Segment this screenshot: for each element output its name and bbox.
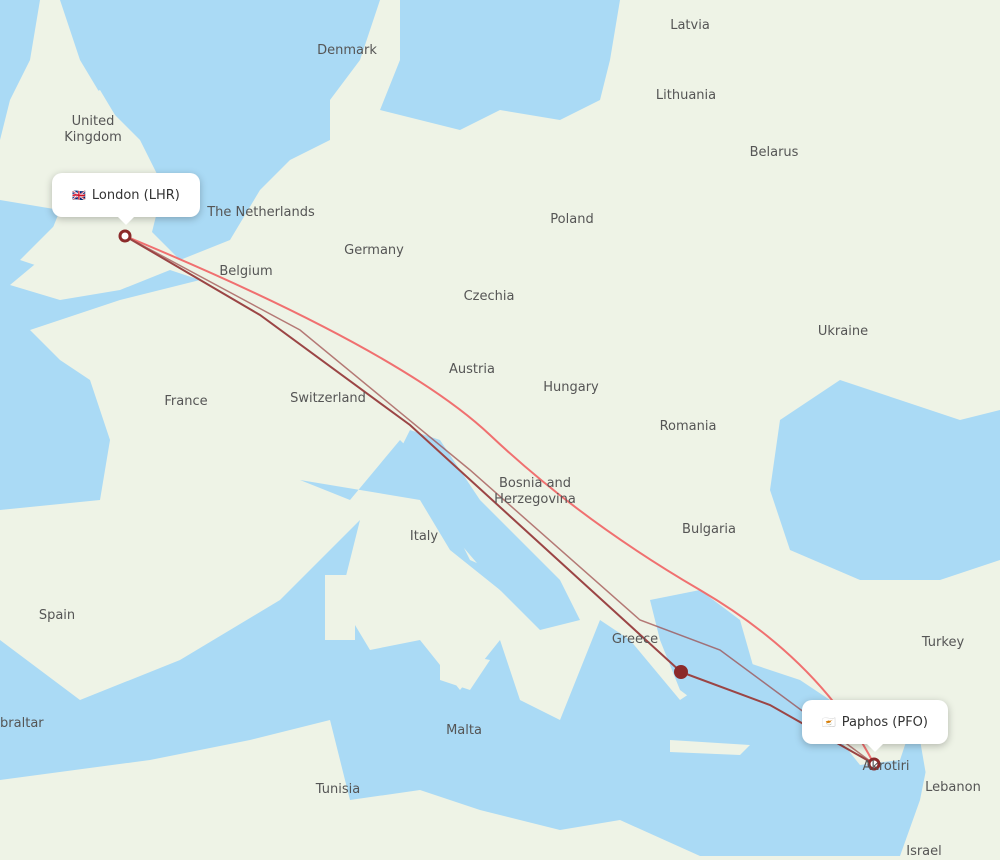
label-poland: Poland [550, 212, 594, 227]
label-italy: Italy [409, 529, 439, 544]
label-greece: Greece [611, 632, 659, 647]
black-sea [770, 380, 1000, 580]
origin-popup[interactable]: 🇬🇧 London (LHR) [52, 173, 200, 225]
label-latvia: Latvia [670, 18, 710, 33]
cyprus-flag-icon: 🇨🇾 [822, 715, 836, 729]
label-lebanon: Lebanon [925, 780, 981, 795]
label-united-kingdom: United Kingdom [64, 114, 122, 145]
label-akrotiri: Akrotiri [862, 759, 910, 774]
label-malta: Malta [446, 723, 482, 738]
label-spain: Spain [38, 608, 76, 623]
label-ukraine: Ukraine [817, 324, 869, 339]
label-austria: Austria [449, 362, 495, 377]
origin-marker-lhr[interactable] [118, 229, 132, 243]
label-bosnia: Bosnia and Herzegovina [494, 476, 576, 507]
stopover-marker-athens[interactable] [674, 665, 688, 679]
label-romania: Romania [659, 419, 717, 434]
label-bulgaria: Bulgaria [682, 522, 736, 537]
label-tunisia: Tunisia [315, 782, 361, 797]
label-germany: Germany [344, 243, 404, 258]
label-netherlands: The Netherlands [207, 205, 315, 220]
label-belarus: Belarus [749, 145, 799, 160]
baltic-sea [380, 0, 620, 130]
label-denmark: Denmark [317, 43, 377, 58]
origin-airport-label: London (LHR) [91, 187, 180, 203]
uk-flag-icon: 🇬🇧 [72, 188, 86, 202]
label-israel: Israel [906, 844, 942, 859]
label-turkey: Turkey [921, 635, 965, 650]
label-france: France [164, 394, 208, 409]
label-switzerland: Switzerland [290, 391, 366, 406]
label-lithuania: Lithuania [655, 88, 717, 103]
destination-popup[interactable]: 🇨🇾 Paphos (PFO) [802, 700, 948, 752]
sardinia [325, 575, 355, 640]
label-czechia: Czechia [463, 289, 515, 304]
destination-airport-label: Paphos (PFO) [841, 714, 928, 730]
label-hungary: Hungary [543, 380, 599, 395]
label-gibraltar: Gibraltar [0, 716, 44, 731]
label-belgium: Belgium [219, 264, 273, 279]
